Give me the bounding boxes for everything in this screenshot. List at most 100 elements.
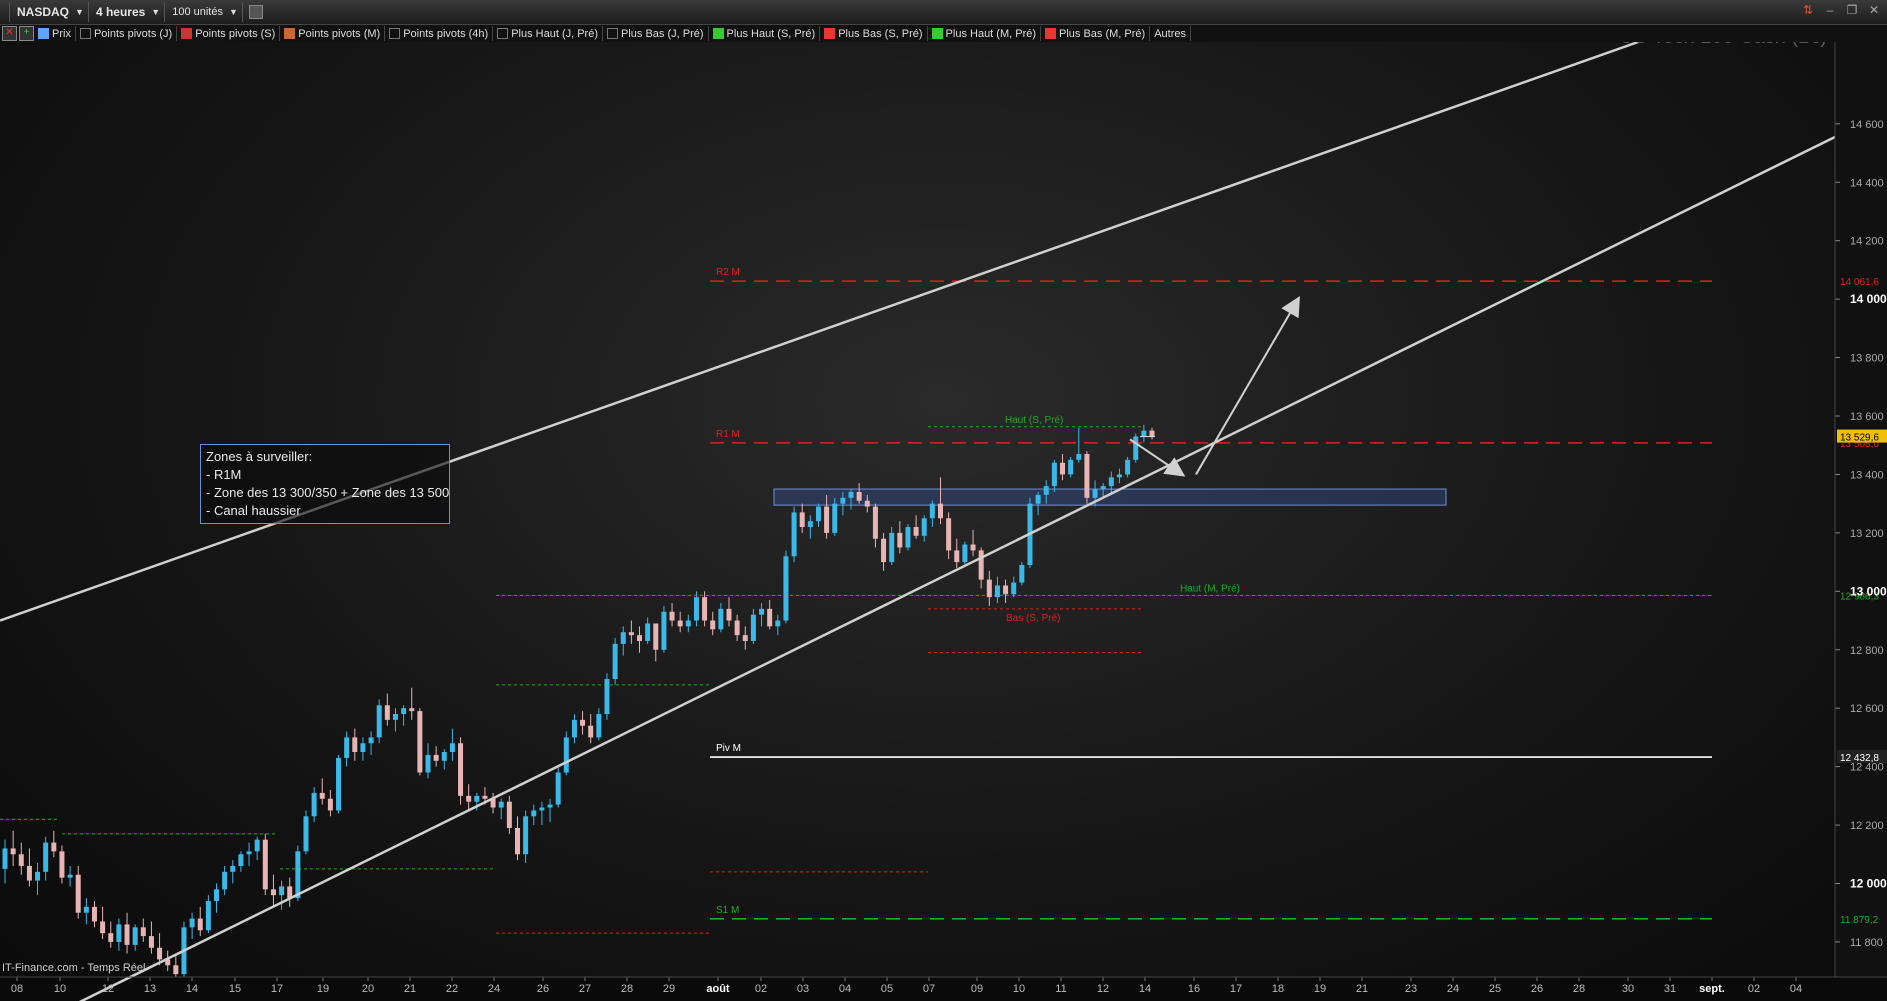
indicator-toggle[interactable]: Points pivots (J) bbox=[76, 26, 178, 41]
candle-body bbox=[75, 874, 81, 913]
x-tick-label: 11 bbox=[1055, 983, 1066, 995]
candle-body bbox=[51, 842, 57, 852]
candle-body bbox=[303, 816, 309, 852]
indicator-label: Plus Bas (J, Pré) bbox=[621, 27, 704, 40]
candle-body bbox=[929, 503, 935, 519]
x-tick-label: 03 bbox=[797, 983, 809, 995]
candle-body bbox=[1003, 585, 1009, 595]
candle-body bbox=[279, 886, 285, 896]
indicator-swatch-icon bbox=[284, 28, 296, 39]
candle-body bbox=[580, 719, 586, 726]
candle-body bbox=[319, 792, 325, 799]
settings-icon[interactable] bbox=[248, 5, 263, 19]
candle-body bbox=[1011, 582, 1017, 595]
candle-body bbox=[962, 544, 968, 563]
window-controls: ⇅ – ❐ ✕ bbox=[1801, 3, 1881, 17]
indicator-toggle[interactable]: Plus Haut (J, Pré) bbox=[493, 26, 604, 41]
last-price-tag: 13 529,6 bbox=[1840, 433, 1879, 444]
candle-body bbox=[775, 620, 781, 627]
candle-body bbox=[327, 798, 333, 811]
candle-body bbox=[897, 532, 903, 548]
candle-body bbox=[669, 611, 675, 621]
restore-icon[interactable]: ❐ bbox=[1845, 3, 1859, 17]
add-icon[interactable]: + bbox=[19, 26, 34, 41]
arrows-icon[interactable]: ⇅ bbox=[1801, 3, 1815, 17]
candle-body bbox=[571, 719, 577, 738]
symbol-selector[interactable]: NASDAQ ▼ bbox=[13, 2, 89, 22]
candle-body bbox=[43, 842, 49, 872]
candle-body bbox=[506, 801, 512, 828]
indicator-swatch-icon bbox=[607, 28, 619, 39]
candle-body bbox=[523, 816, 529, 855]
chart-window: Haut (S, Pré) Bas (S, Pré) R2 M 14 061,6 R1 … bbox=[0, 0, 1887, 1001]
candle-body bbox=[482, 795, 488, 799]
candle-body bbox=[441, 752, 447, 761]
candle-body bbox=[392, 714, 398, 720]
candle-body bbox=[1084, 453, 1090, 498]
indicator-toggle[interactable]: Points pivots (4h) bbox=[385, 26, 494, 41]
candle-body bbox=[83, 906, 89, 913]
indicator-label: Plus Bas (S, Pré) bbox=[838, 27, 923, 40]
candle-body bbox=[693, 597, 699, 621]
level-label: R2 M bbox=[716, 267, 740, 278]
candle-body bbox=[539, 807, 545, 811]
y-tick-label: 14 600 bbox=[1850, 119, 1884, 131]
x-tick-label: 14 bbox=[186, 983, 198, 995]
candle-body bbox=[555, 772, 561, 805]
candle-body bbox=[978, 550, 984, 580]
candle-body bbox=[1133, 436, 1139, 460]
candle-body bbox=[360, 743, 366, 753]
candle-body bbox=[872, 506, 878, 539]
candle-body bbox=[18, 854, 24, 866]
candle-body bbox=[1043, 486, 1049, 495]
candle-body bbox=[563, 737, 569, 773]
candle-body bbox=[881, 538, 887, 563]
indicator-label: Prix bbox=[52, 27, 71, 40]
indicator-list: Prix Points pivots (J) Points pivots (S) Po… bbox=[34, 26, 1191, 41]
menu-chevron-icon[interactable] bbox=[3, 2, 10, 22]
indicator-toggle[interactable]: Prix bbox=[34, 26, 76, 41]
indicator-toggle[interactable]: Points pivots (S) bbox=[177, 26, 281, 41]
candle-body bbox=[132, 927, 138, 945]
x-tick-label: 08 bbox=[11, 983, 23, 995]
candle-body bbox=[59, 851, 65, 878]
timeframe-value: 4 heures bbox=[95, 5, 146, 19]
candle-body bbox=[1108, 477, 1114, 487]
indicator-toggle[interactable]: Plus Haut (S, Pré) bbox=[709, 26, 821, 41]
x-tick-label: 26 bbox=[1531, 983, 1543, 995]
candle-body bbox=[531, 810, 537, 817]
candle-body bbox=[1100, 486, 1106, 490]
candle-body bbox=[384, 705, 390, 720]
candle-body bbox=[10, 848, 16, 855]
indicator-toggle[interactable]: Autres bbox=[1150, 26, 1191, 41]
x-tick-label: 12 bbox=[102, 983, 114, 995]
candle-body bbox=[238, 854, 244, 866]
candle-body bbox=[783, 556, 789, 621]
indicator-toggle[interactable]: Plus Bas (S, Pré) bbox=[820, 26, 928, 41]
candle-body bbox=[124, 924, 130, 945]
indicator-toggle[interactable]: Plus Haut (M, Pré) bbox=[928, 26, 1042, 41]
close-icon[interactable]: ✕ bbox=[1867, 3, 1881, 17]
y-tick-label: 14 000 bbox=[1850, 292, 1887, 306]
indicator-toggle[interactable]: Plus Bas (J, Pré) bbox=[603, 26, 709, 41]
y-tick-label: 13 600 bbox=[1850, 411, 1884, 423]
candle-body bbox=[1019, 565, 1025, 583]
candle-body bbox=[157, 947, 163, 960]
indicator-toggle[interactable]: Points pivots (M) bbox=[280, 26, 386, 41]
note-title: Zones à surveiller: bbox=[206, 449, 313, 464]
annotation-note[interactable]: Zones à surveiller: - R1M - Zone des 13 … bbox=[200, 444, 450, 524]
candle-body bbox=[205, 901, 211, 931]
candle-body bbox=[116, 924, 122, 942]
candle-body bbox=[67, 874, 73, 878]
candle-body bbox=[514, 827, 520, 855]
indicator-toggle[interactable]: Plus Bas (M, Pré) bbox=[1041, 26, 1151, 41]
y-tick-label: 14 400 bbox=[1850, 177, 1884, 189]
x-tick-label: sept. bbox=[1699, 983, 1725, 995]
y-tick-label: 12 800 bbox=[1850, 645, 1884, 657]
minimize-icon[interactable]: – bbox=[1823, 3, 1837, 17]
candle-body bbox=[807, 521, 813, 528]
candle-body bbox=[295, 851, 301, 899]
units-selector[interactable]: 100 unités ▼ bbox=[168, 2, 243, 22]
timeframe-selector[interactable]: 4 heures ▼ bbox=[92, 2, 166, 22]
remove-icon[interactable]: ✕ bbox=[2, 26, 17, 41]
